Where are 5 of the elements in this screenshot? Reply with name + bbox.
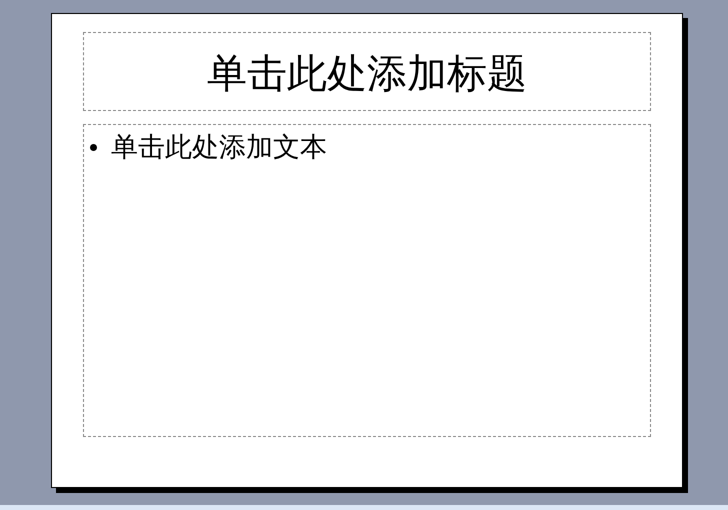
bullet-icon — [90, 144, 97, 150]
title-placeholder[interactable]: 单击此处添加标题 — [83, 32, 651, 111]
body-placeholder[interactable]: 单击此处添加文本 — [83, 124, 651, 437]
title-placeholder-text: 单击此处添加标题 — [207, 50, 527, 98]
bullet-text: 单击此处添加文本 — [111, 131, 327, 164]
